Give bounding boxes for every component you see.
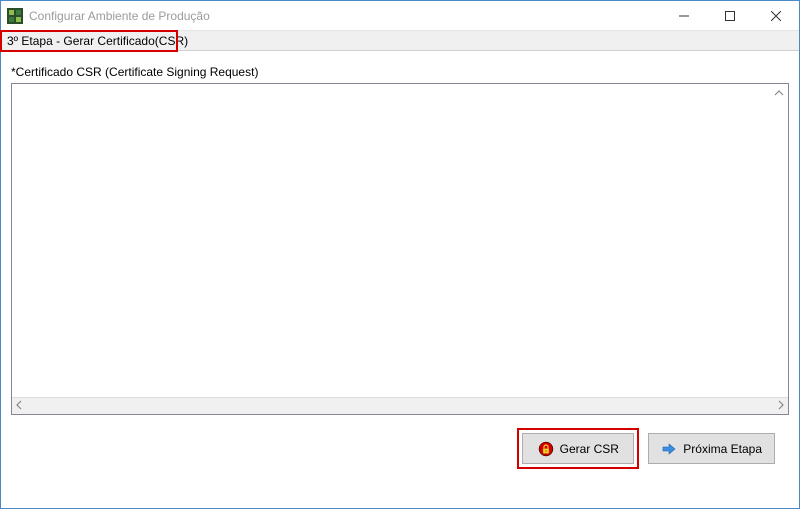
scroll-left-icon bbox=[14, 400, 24, 413]
generate-csr-button-label: Gerar CSR bbox=[560, 442, 619, 456]
titlebar: Configurar Ambiente de Produção bbox=[1, 1, 799, 31]
scroll-right-icon bbox=[776, 400, 786, 413]
button-bar: Gerar CSR Próxima Etapa bbox=[11, 415, 789, 464]
csr-field-label: *Certificado CSR (Certificate Signing Re… bbox=[11, 65, 789, 79]
minimize-button[interactable] bbox=[661, 1, 707, 31]
arrow-right-icon bbox=[661, 441, 677, 457]
app-icon bbox=[7, 8, 23, 24]
step-label: 3º Etapa - Gerar Certificado(CSR) bbox=[1, 31, 194, 51]
lock-icon bbox=[538, 441, 554, 457]
window-title: Configurar Ambiente de Produção bbox=[29, 9, 210, 23]
step-band: 3º Etapa - Gerar Certificado(CSR) bbox=[1, 31, 799, 51]
close-button[interactable] bbox=[753, 1, 799, 31]
maximize-button[interactable] bbox=[707, 1, 753, 31]
next-step-button[interactable]: Próxima Etapa bbox=[648, 433, 775, 464]
next-step-button-label: Próxima Etapa bbox=[683, 442, 762, 456]
csr-textarea-container bbox=[11, 83, 789, 415]
horizontal-scrollbar[interactable] bbox=[12, 397, 788, 414]
csr-textarea[interactable] bbox=[12, 84, 788, 396]
generate-csr-button[interactable]: Gerar CSR bbox=[522, 433, 634, 464]
content-area: *Certificado CSR (Certificate Signing Re… bbox=[1, 51, 799, 464]
